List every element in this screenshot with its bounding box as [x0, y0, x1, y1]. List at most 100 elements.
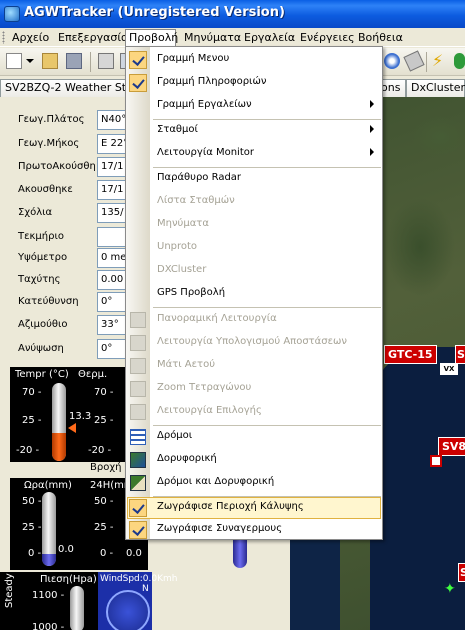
menu-item-label: Δορυφορική	[157, 453, 217, 464]
menu-item-toolbar[interactable]: Γραμμή Εργαλείων	[126, 95, 382, 117]
rain-tick: 25 -	[22, 522, 42, 533]
hand-icon	[130, 312, 146, 328]
zoom-icon	[130, 381, 146, 397]
compass-north-label: N	[142, 584, 149, 594]
pointer-icon	[130, 404, 146, 420]
field-value[interactable]: 17/1	[97, 157, 126, 177]
menu-item-label: Μηνύματα	[157, 218, 209, 229]
submenu-arrow-icon	[370, 125, 374, 133]
field-value[interactable]: E 22°	[97, 134, 126, 154]
menu-file[interactable]: Αρχείο	[9, 30, 52, 46]
open-folder-icon[interactable]	[42, 53, 58, 69]
edit-icon[interactable]	[403, 50, 425, 72]
menu-item-draw-coverage[interactable]: Ζωγράφισε Περιοχή Κάλυψης	[126, 497, 382, 519]
menu-item-label: Λειτουργία Υπολογισμού Αποστάσεων	[157, 336, 347, 347]
menu-edit[interactable]: Επεξεργασία	[55, 30, 131, 46]
field-course: Κατεύθυνση 0°	[0, 291, 126, 313]
menu-item-roads-and-satellite[interactable]: Δρόμοι και Δορυφορική	[126, 472, 382, 494]
temp-tick: 70 -	[22, 387, 42, 398]
hybrid-icon	[130, 475, 146, 491]
menu-item-menu-bar[interactable]: Γραμμή Μενου	[126, 49, 382, 71]
map-station-label[interactable]: SV8	[438, 437, 465, 456]
field-value[interactable]: 17/1	[97, 180, 126, 200]
field-value[interactable]: 0 me	[97, 248, 126, 268]
therm-gauge-title: Θερμ.	[78, 369, 108, 380]
map-station-star-icon[interactable]: ✦	[444, 581, 456, 597]
menu-item-label: Ζωγράφισε Περιοχή Κάλυψης	[157, 501, 304, 512]
temperature-gauge-panel: Tempr (°C) Θερμ. 70 - 25 - -20 - 13.3 70…	[10, 367, 126, 462]
radar-icon[interactable]	[384, 53, 400, 69]
rain-gauge-panel: Ωρα(mm) 24H(mm 50 - 25 - 0 - 0.0 50 - 25…	[10, 478, 134, 570]
field-value[interactable]: 0°	[97, 339, 126, 359]
menu-view[interactable]: Προβολή	[125, 29, 178, 47]
temp-gauge-title: Tempr (°C)	[15, 369, 69, 380]
menu-item-roads[interactable]: Δρόμοι	[126, 426, 382, 448]
save-icon[interactable]	[66, 53, 82, 69]
tab-dxcluster[interactable]: DxCluster	[406, 79, 465, 97]
menu-help[interactable]: Βοήθεια	[355, 30, 406, 46]
menu-item-draw-alarms[interactable]: Ζωγράφισε Συναγερμους	[126, 519, 382, 541]
toolbar-separator	[426, 52, 427, 72]
menu-item-radar-window[interactable]: Παράθυρο Radar	[126, 168, 382, 190]
field-value[interactable]: 33°	[97, 315, 126, 335]
field-value[interactable]: 0°	[97, 292, 126, 312]
steady-label: Steady	[4, 573, 15, 608]
map-station-label[interactable]: S	[458, 563, 465, 582]
pressure-tube	[70, 586, 84, 630]
field-label: Ταχύτης	[18, 274, 61, 285]
menu-messages[interactable]: Μηνύματα	[181, 30, 244, 46]
lightning-icon[interactable]: ⚡	[432, 53, 448, 69]
map-station-icon[interactable]: VX	[440, 363, 458, 375]
menu-item-label: DXCluster	[157, 264, 207, 275]
app-window: AGWTracker (Unregistered Version) Αρχείο…	[0, 0, 465, 630]
new-dropdown-icon[interactable]	[26, 59, 34, 63]
field-label: Αζιμούθιο	[18, 319, 68, 330]
roads-icon	[130, 429, 146, 445]
menu-tools[interactable]: Εργαλεία	[241, 30, 298, 46]
field-value[interactable]: 0.00	[97, 270, 126, 290]
field-azimuth: Αζιμούθιο 33°	[0, 314, 126, 336]
menu-item-monitor-mode[interactable]: Λειτουργία Monitor	[126, 143, 382, 165]
field-latitude: Γεωγ.Πλάτος N40°	[0, 109, 126, 131]
rain-tick: 0 -	[28, 548, 42, 559]
map-station-icon[interactable]	[430, 455, 442, 467]
field-elevation: Ανύψωση 0°	[0, 338, 126, 360]
connect-icon[interactable]	[454, 53, 465, 69]
compass-icon	[106, 590, 150, 630]
eye-icon	[130, 358, 146, 374]
print-icon[interactable]	[98, 53, 114, 69]
menubar-grip-icon[interactable]	[2, 31, 5, 44]
field-value[interactable]: 135/	[97, 203, 126, 223]
station-info-panel: Γεωγ.Πλάτος N40° Γεωγ.Μήκος E 22° ΠρωτοΑ…	[0, 97, 126, 367]
tab-weather-station[interactable]: SV2BZQ-2 Weather Static	[0, 79, 146, 97]
menu-item-gps-view[interactable]: GPS Προβολή	[126, 283, 382, 305]
title-bar[interactable]: AGWTracker (Unregistered Version)	[0, 0, 465, 28]
map-station-label[interactable]: S	[455, 345, 465, 364]
rain-24h-tick: 50 -	[94, 496, 114, 507]
menu-item-zoom-box: Zoom Τετραγώνου	[126, 378, 382, 400]
field-value[interactable]: N40°	[97, 110, 126, 130]
menu-item-label: Γραμμή Μενου	[157, 53, 230, 64]
menu-item-station-list: Λίστα Σταθμών	[126, 191, 382, 213]
temp-thermometer	[52, 383, 66, 461]
map-station-label[interactable]: GTC-15	[384, 345, 437, 364]
submenu-arrow-icon	[370, 148, 374, 156]
menu-item-eagle-eye: Μάτι Αετού	[126, 355, 382, 377]
menu-actions[interactable]: Ενέργειες	[297, 30, 358, 46]
menu-item-stations[interactable]: Σταθμοί	[126, 120, 382, 142]
field-last-heard: Ακουσθηκε 17/1	[0, 179, 126, 201]
temp-value: 13.3	[69, 411, 92, 422]
new-file-icon[interactable]	[6, 53, 22, 69]
pressure-title: Πιεση(Hpa)	[40, 574, 97, 585]
field-value[interactable]	[97, 227, 126, 247]
menu-item-label: Ζωγράφισε Συναγερμους	[157, 523, 283, 534]
checkmark-icon	[129, 521, 147, 539]
menu-item-info-bar[interactable]: Γραμμή Πληροφοριών	[126, 72, 382, 94]
field-speed: Ταχύτης 0.00	[0, 269, 126, 291]
ruler-icon	[130, 335, 146, 351]
menu-item-satellite[interactable]: Δορυφορική	[126, 449, 382, 471]
menu-item-label: Unproto	[157, 241, 198, 252]
temp-pointer-icon	[68, 423, 76, 433]
menu-item-label: GPS Προβολή	[157, 287, 226, 298]
menu-item-label: Μάτι Αετού	[157, 359, 215, 370]
